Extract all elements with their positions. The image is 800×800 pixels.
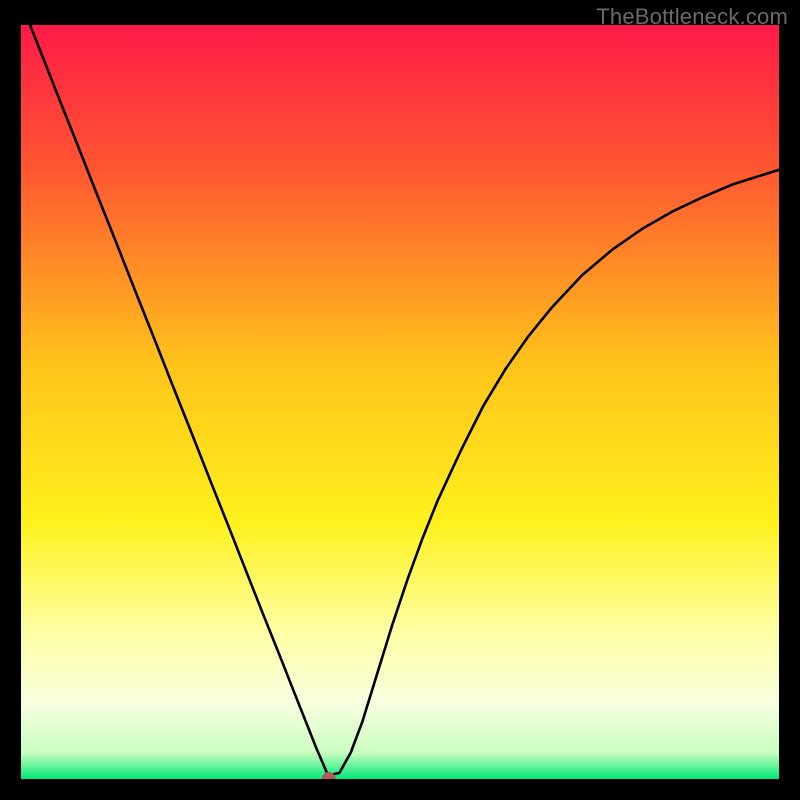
chart-frame: TheBottleneck.com <box>0 0 800 800</box>
watermark-text: TheBottleneck.com <box>596 4 788 30</box>
gradient-background <box>21 25 779 779</box>
bottleneck-chart <box>21 25 779 779</box>
plot-area <box>21 25 779 779</box>
